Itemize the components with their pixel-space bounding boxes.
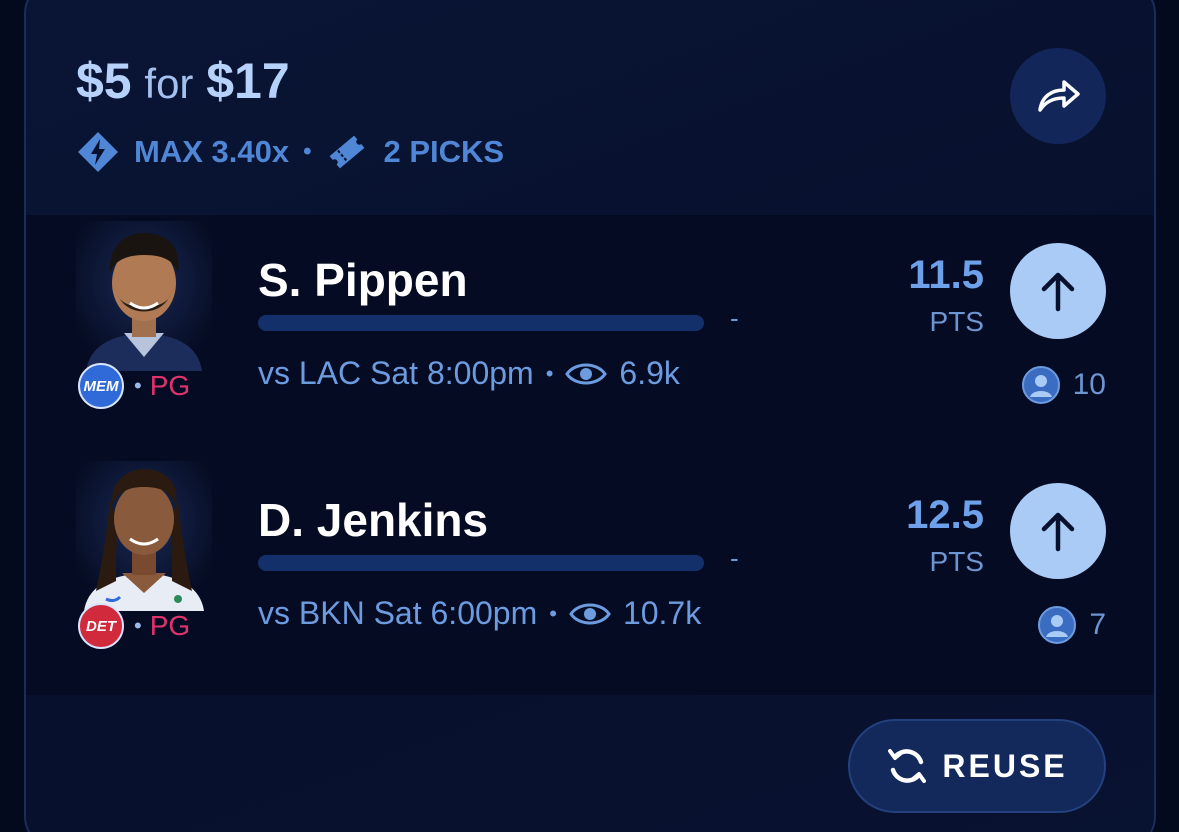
pick-row[interactable]: DET • PG D. Jenkins - vs BKN Sat 6:00pm …: [26, 455, 1154, 695]
team-separator: •: [134, 613, 142, 638]
ticket-icon: [325, 130, 369, 174]
progress-value: -: [730, 543, 739, 573]
picker-count: 7: [1037, 605, 1106, 645]
stat-type: PTS: [929, 546, 984, 577]
matchup-time: vs LAC Sat 8:00pm: [258, 355, 534, 391]
user-icon: [1021, 365, 1061, 405]
player-position: PG: [149, 370, 191, 401]
player-avatar-block: MEM • PG: [54, 215, 234, 420]
progress-bar: [258, 315, 704, 331]
picks-list: MEM • PG S. Pippen - vs LAC Sat 8:00pm •…: [26, 215, 1154, 695]
line-value: 12.5: [906, 493, 984, 537]
game-info: vs BKN Sat 6:00pm • 10.7k: [258, 595, 701, 632]
more-button[interactable]: [1010, 243, 1106, 339]
arrow-up-icon: [1038, 509, 1078, 553]
share-button[interactable]: [1010, 48, 1106, 144]
entry-header: $5 for $17 MAX 3.40x • 2 PICKS: [26, 0, 1154, 215]
refresh-icon: [886, 745, 928, 787]
team-position: MEM • PG: [78, 363, 190, 409]
pick-row[interactable]: MEM • PG S. Pippen - vs LAC Sat 8:00pm •…: [26, 215, 1154, 455]
reuse-label: REUSE: [942, 747, 1068, 784]
team-position: DET • PG: [78, 603, 190, 649]
stat-line: 12.5 PTS: [906, 493, 984, 578]
eye-icon: [565, 360, 608, 388]
game-info: vs LAC Sat 8:00pm • 6.9k: [258, 355, 680, 392]
matchup-time: vs BKN Sat 6:00pm: [258, 595, 538, 631]
stat-type: PTS: [929, 306, 984, 337]
player-name: S. Pippen: [258, 254, 468, 306]
more-button[interactable]: [1010, 483, 1106, 579]
for-text: for: [144, 60, 194, 107]
entry-card: $5 for $17 MAX 3.40x • 2 PICKS MEM • PG …: [24, 0, 1156, 832]
team-badge: DET: [78, 603, 124, 649]
progress-bar: [258, 555, 704, 571]
progress-value: -: [730, 303, 739, 333]
player-avatar: [76, 221, 212, 371]
stat-line: 11.5 PTS: [908, 253, 984, 338]
player-name: D. Jenkins: [258, 494, 489, 546]
picker-count: 10: [1021, 365, 1106, 405]
stake-amount: $5: [76, 53, 132, 109]
max-multiplier: MAX 3.40x: [134, 134, 290, 169]
arrow-up-icon: [1038, 269, 1078, 313]
line-value: 11.5: [908, 253, 984, 297]
view-count: 10.7k: [622, 595, 702, 631]
share-arrow-icon: [1034, 76, 1082, 116]
player-position: PG: [149, 610, 191, 641]
game-separator: •: [545, 360, 554, 386]
player-avatar-block: DET • PG: [54, 455, 234, 660]
payout-amount: $17: [206, 53, 290, 109]
bolt-diamond-icon: [76, 130, 120, 174]
entry-meta: MAX 3.40x • 2 PICKS: [76, 130, 504, 174]
team-badge: MEM: [78, 363, 124, 409]
eye-icon: [569, 600, 611, 628]
entry-title: $5 for $17: [76, 52, 290, 110]
team-separator: •: [134, 373, 142, 398]
view-count: 6.9k: [619, 355, 680, 391]
picker-number: 7: [1089, 608, 1106, 641]
meta-separator: •: [303, 138, 312, 165]
reuse-button[interactable]: REUSE: [848, 719, 1106, 813]
user-icon: [1037, 605, 1077, 645]
picker-number: 10: [1072, 368, 1106, 401]
picks-count: 2 PICKS: [383, 134, 505, 169]
player-avatar: [76, 461, 212, 611]
game-separator: •: [549, 600, 557, 626]
